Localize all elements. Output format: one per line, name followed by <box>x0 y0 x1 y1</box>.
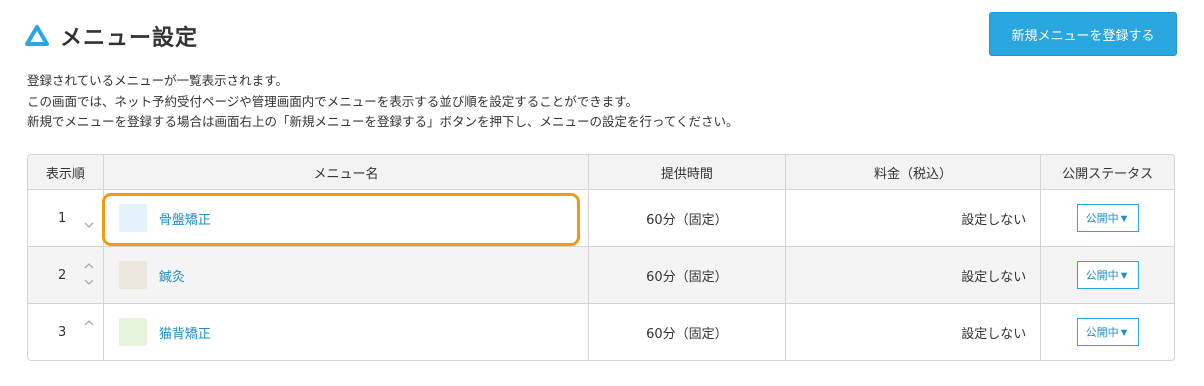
price-cell: 設定しない <box>784 247 1041 303</box>
order-number: 3 <box>58 324 67 340</box>
order-arrows <box>82 247 96 303</box>
menu-table: 表示順 メニュー名 提供時間 料金（税込） 公開ステータス 1 骨盤矯正 60分… <box>27 154 1175 361</box>
price-cell: 設定しない <box>784 304 1041 360</box>
move-up-icon[interactable] <box>84 261 94 271</box>
column-header-price: 料金（税込） <box>784 155 1041 189</box>
menu-name-link[interactable]: 骨盤矯正 <box>159 209 211 228</box>
menu-name-cell: 猫背矯正 <box>102 304 588 360</box>
color-swatch <box>118 261 147 289</box>
color-swatch <box>118 318 147 346</box>
time-cell: 60分（固定） <box>588 190 785 246</box>
page-header: メニュー設定 <box>24 18 198 54</box>
order-arrows <box>82 304 96 360</box>
triangle-logo-icon <box>24 24 50 48</box>
page-title: メニュー設定 <box>60 26 199 51</box>
status-dropdown[interactable]: 公開中▼ <box>1076 318 1139 346</box>
column-header-status: 公開ステータス <box>1040 155 1174 189</box>
time-cell: 60分（固定） <box>588 247 785 303</box>
status-cell: 公開中▼ <box>1040 304 1174 360</box>
status-cell: 公開中▼ <box>1040 190 1174 246</box>
description-line: 新規でメニューを登録する場合は画面右上の「新規メニューを登録する」ボタンを押下し… <box>27 114 739 129</box>
order-cell: 2 <box>28 247 103 303</box>
table-row: 2 鍼灸 60分（固定） 設定しない 公開中▼ <box>28 246 1174 303</box>
menu-name-cell: 骨盤矯正 <box>102 190 588 246</box>
color-swatch <box>118 204 147 232</box>
order-cell: 1 <box>28 190 103 246</box>
menu-name-link[interactable]: 猫背矯正 <box>159 323 211 342</box>
order-number: 1 <box>58 210 67 226</box>
order-number: 2 <box>58 267 67 283</box>
move-down-icon[interactable] <box>84 220 94 230</box>
status-dropdown[interactable]: 公開中▼ <box>1076 204 1139 232</box>
time-cell: 60分（固定） <box>588 304 785 360</box>
description-line: 登録されているメニューが一覧表示されます。 <box>27 73 288 88</box>
status-dropdown[interactable]: 公開中▼ <box>1076 261 1139 289</box>
menu-name-cell: 鍼灸 <box>102 247 588 303</box>
column-header-menu-name: メニュー名 <box>102 155 588 189</box>
price-cell: 設定しない <box>784 190 1041 246</box>
table-header-row: 表示順 メニュー名 提供時間 料金（税込） 公開ステータス <box>28 155 1174 189</box>
column-header-order: 表示順 <box>45 166 85 182</box>
move-up-icon[interactable] <box>84 318 94 328</box>
table-row: 1 骨盤矯正 60分（固定） 設定しない 公開中▼ <box>28 189 1174 246</box>
order-cell: 3 <box>28 304 103 360</box>
menu-name-link[interactable]: 鍼灸 <box>159 266 185 285</box>
column-header-time: 提供時間 <box>588 155 785 189</box>
order-arrows <box>82 190 96 246</box>
table-row: 3 猫背矯正 60分（固定） 設定しない 公開中▼ <box>28 303 1174 360</box>
page-description: 登録されているメニューが一覧表示されます。 この画面では、ネット予約受付ページや… <box>27 71 739 133</box>
status-cell: 公開中▼ <box>1040 247 1174 303</box>
description-line: この画面では、ネット予約受付ページや管理画面内でメニューを表示する並び順を設定す… <box>27 93 639 109</box>
move-down-icon[interactable] <box>84 277 94 287</box>
register-menu-button[interactable]: 新規メニューを登録する <box>989 12 1177 56</box>
